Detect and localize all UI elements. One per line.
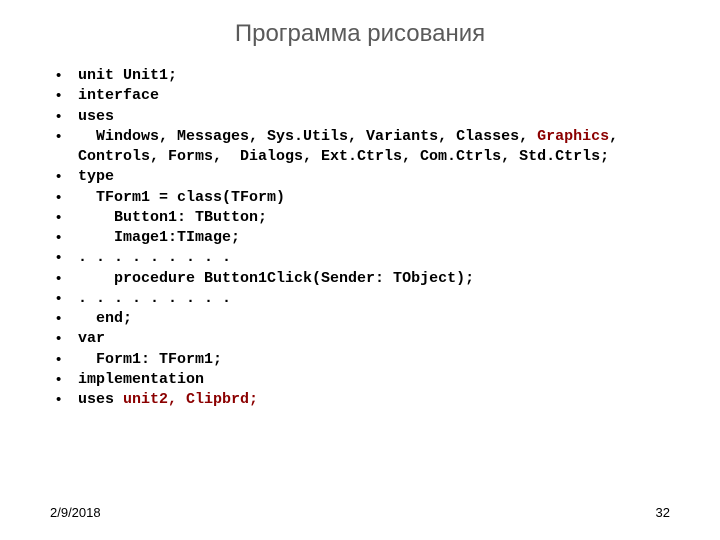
code-line: •unit Unit1; <box>50 66 670 86</box>
code-text: TForm1 = class(TForm) <box>78 188 670 208</box>
slide-footer: 2/9/2018 32 <box>50 505 670 520</box>
code-line: •uses <box>50 107 670 127</box>
bullet-icon: • <box>50 86 78 106</box>
code-line: • Form1: TForm1; <box>50 350 670 370</box>
code-line: •. . . . . . . . . <box>50 248 670 268</box>
code-line: • procedure Button1Click(Sender: TObject… <box>50 269 670 289</box>
code-text: Image1:TImage; <box>78 228 670 248</box>
code-line: •. . . . . . . . . <box>50 289 670 309</box>
bullet-icon: • <box>50 208 78 228</box>
code-text: unit Unit1; <box>78 66 670 86</box>
code-text: uses <box>78 107 670 127</box>
slide-title: Программа рисования <box>50 20 670 48</box>
code-text: Button1: TButton; <box>78 208 670 228</box>
code-text: end; <box>78 309 670 329</box>
bullet-icon: • <box>50 188 78 208</box>
bullet-icon: • <box>50 127 78 147</box>
code-line: • Windows, Messages, Sys.Utils, Variants… <box>50 127 670 168</box>
code-line: • end; <box>50 309 670 329</box>
highlighted-text: Graphics <box>537 128 609 145</box>
code-text: Windows, Messages, Sys.Utils, Variants, … <box>78 127 670 168</box>
code-line: •implementation <box>50 370 670 390</box>
code-text: . . . . . . . . . <box>78 248 670 268</box>
code-line: • TForm1 = class(TForm) <box>50 188 670 208</box>
code-line: • Image1:TImage; <box>50 228 670 248</box>
code-line: • Button1: TButton; <box>50 208 670 228</box>
code-text: Form1: TForm1; <box>78 350 670 370</box>
bullet-icon: • <box>50 329 78 349</box>
code-line: •interface <box>50 86 670 106</box>
bullet-icon: • <box>50 309 78 329</box>
code-line: •uses unit2, Clipbrd; <box>50 390 670 410</box>
code-text: . . . . . . . . . <box>78 289 670 309</box>
code-text: type <box>78 167 670 187</box>
code-text: implementation <box>78 370 670 390</box>
bullet-icon: • <box>50 248 78 268</box>
bullet-icon: • <box>50 167 78 187</box>
code-text: procedure Button1Click(Sender: TObject); <box>78 269 670 289</box>
bullet-icon: • <box>50 289 78 309</box>
highlighted-text: unit2, Clipbrd; <box>123 391 258 408</box>
footer-page: 32 <box>656 505 670 520</box>
footer-date: 2/9/2018 <box>50 505 101 520</box>
bullet-icon: • <box>50 228 78 248</box>
code-text: var <box>78 329 670 349</box>
bullet-icon: • <box>50 107 78 127</box>
code-text: interface <box>78 86 670 106</box>
code-line: •var <box>50 329 670 349</box>
code-content: •unit Unit1;•interface•uses• Windows, Me… <box>50 66 670 410</box>
bullet-icon: • <box>50 66 78 86</box>
bullet-icon: • <box>50 390 78 410</box>
bullet-icon: • <box>50 370 78 390</box>
code-text: uses unit2, Clipbrd; <box>78 390 670 410</box>
bullet-icon: • <box>50 350 78 370</box>
code-line: •type <box>50 167 670 187</box>
bullet-icon: • <box>50 269 78 289</box>
